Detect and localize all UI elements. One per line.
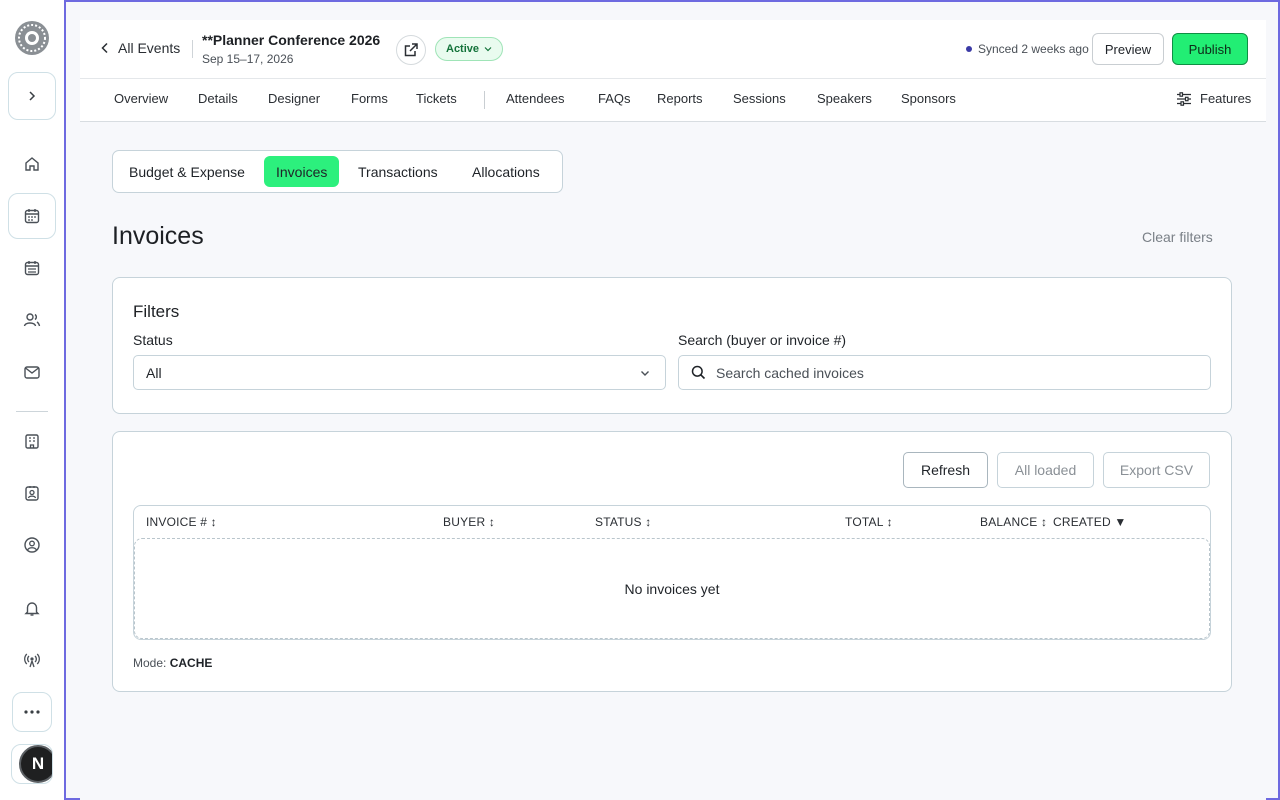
broadcast-icon bbox=[24, 653, 40, 668]
sliders-icon bbox=[1177, 91, 1191, 106]
tab-tickets[interactable]: Tickets bbox=[416, 91, 457, 106]
calendar-icon bbox=[24, 209, 40, 224]
subtab-budget-expense[interactable]: Budget & Expense bbox=[117, 156, 257, 187]
status-dropdown[interactable]: Active bbox=[435, 37, 504, 61]
event-date: Sep 15–17, 2026 bbox=[202, 52, 294, 66]
features-button[interactable]: Features bbox=[1176, 91, 1251, 106]
account-nav[interactable] bbox=[8, 522, 56, 568]
notifications-nav[interactable] bbox=[8, 585, 56, 631]
broadcast-nav[interactable] bbox=[8, 637, 56, 683]
column-created[interactable]: CREATED ▼ bbox=[1053, 515, 1126, 529]
tab-forms[interactable]: Forms bbox=[351, 91, 388, 106]
chevron-down-icon bbox=[641, 371, 649, 376]
tab-designer[interactable]: Designer bbox=[268, 91, 320, 106]
tab-sponsors[interactable]: Sponsors bbox=[901, 91, 956, 106]
subtab-invoices[interactable]: Invoices bbox=[264, 156, 340, 187]
event-title: **Planner Conference 2026 bbox=[202, 32, 381, 48]
tab-attendees[interactable]: Attendees bbox=[506, 91, 565, 106]
tab-sessions[interactable]: Sessions bbox=[733, 91, 786, 106]
sync-dot-icon bbox=[966, 46, 972, 52]
mode-value: CACHE bbox=[169, 656, 213, 670]
tabs-separator bbox=[484, 91, 485, 109]
invoices-table-card: Refresh All loaded Export CSV INVOICE # … bbox=[112, 431, 1232, 692]
events-nav[interactable] bbox=[8, 193, 56, 239]
home-nav[interactable] bbox=[8, 141, 56, 187]
refresh-button[interactable]: Refresh bbox=[903, 452, 988, 488]
status-select-value: All bbox=[146, 364, 162, 381]
filters-title: Filters bbox=[133, 302, 180, 321]
column-balance[interactable]: BALANCE ↕ bbox=[980, 515, 1047, 529]
calendar-icon bbox=[24, 261, 40, 276]
mode-label: Mode: bbox=[133, 656, 167, 670]
finance-subtabs: Budget & Expense Invoices Transactions A… bbox=[112, 150, 563, 193]
filters-card: Filters Status Search (buyer or invoice … bbox=[112, 277, 1232, 414]
tab-speakers[interactable]: Speakers bbox=[817, 91, 872, 106]
tab-faqs[interactable]: FAQs bbox=[598, 91, 631, 106]
tab-reports[interactable]: Reports bbox=[657, 91, 703, 106]
external-link-icon bbox=[404, 43, 418, 57]
sync-text: Synced 2 weeks ago bbox=[978, 42, 1089, 56]
chevron-left-icon bbox=[101, 42, 108, 54]
tab-details[interactable]: Details bbox=[198, 91, 238, 106]
all-loaded-button[interactable]: All loaded bbox=[997, 452, 1094, 488]
column-status[interactable]: STATUS ↕ bbox=[595, 515, 652, 529]
chevron-right-icon bbox=[29, 91, 36, 101]
page-title: Invoices bbox=[112, 222, 204, 250]
mail-icon bbox=[24, 366, 40, 379]
column-total[interactable]: TOTAL ↕ bbox=[845, 515, 893, 529]
event-tabs: Overview Details Designer Forms Tickets … bbox=[80, 78, 1266, 122]
user-menu[interactable]: N bbox=[11, 744, 53, 784]
mail-nav[interactable] bbox=[8, 349, 56, 395]
subtab-allocations[interactable]: Allocations bbox=[460, 156, 552, 187]
search-filter-label: Search (buyer or invoice #) bbox=[678, 332, 847, 348]
app-logo[interactable] bbox=[14, 20, 50, 56]
schedule-nav[interactable] bbox=[8, 245, 56, 291]
search-box[interactable] bbox=[678, 355, 1211, 390]
invoices-table: INVOICE # ↕ BUYER ↕ STATUS ↕ TOTAL ↕ BAL… bbox=[133, 505, 1211, 640]
status-filter-label: Status bbox=[133, 332, 173, 348]
more-horizontal-icon bbox=[24, 710, 40, 714]
building-icon bbox=[25, 434, 39, 449]
contact-card-icon bbox=[25, 486, 39, 501]
main-frame: All Events **Planner Conference 2026 Sep… bbox=[64, 0, 1280, 800]
rail-divider bbox=[16, 411, 48, 412]
preview-button[interactable]: Preview bbox=[1092, 33, 1164, 65]
event-panel: All Events **Planner Conference 2026 Sep… bbox=[80, 20, 1266, 800]
open-external-button[interactable] bbox=[396, 35, 426, 65]
features-label: Features bbox=[1200, 91, 1252, 106]
search-input[interactable] bbox=[716, 364, 1186, 381]
bell-icon bbox=[24, 602, 40, 616]
tab-overview[interactable]: Overview bbox=[114, 91, 168, 106]
contacts-nav[interactable] bbox=[8, 470, 56, 516]
search-icon bbox=[691, 365, 706, 380]
chevron-down-icon bbox=[484, 47, 492, 52]
avatar[interactable]: N bbox=[19, 745, 52, 783]
back-label: All Events bbox=[118, 40, 181, 56]
user-circle-icon bbox=[24, 537, 40, 553]
header-separator bbox=[192, 40, 193, 58]
home-icon bbox=[25, 157, 39, 171]
export-csv-button[interactable]: Export CSV bbox=[1103, 452, 1210, 488]
event-header: All Events **Planner Conference 2026 Sep… bbox=[80, 20, 1266, 78]
app-rail: N bbox=[0, 0, 64, 800]
clear-filters-button[interactable]: Clear filters bbox=[1142, 229, 1213, 245]
empty-state: No invoices yet bbox=[134, 538, 1210, 639]
status-badge: Active bbox=[446, 43, 480, 55]
subtab-transactions[interactable]: Transactions bbox=[346, 156, 450, 187]
status-select[interactable]: All bbox=[133, 355, 666, 390]
venues-nav[interactable] bbox=[8, 418, 56, 464]
people-nav[interactable] bbox=[8, 297, 56, 343]
sync-status: Synced 2 weeks ago bbox=[966, 42, 1089, 56]
publish-button[interactable]: Publish bbox=[1172, 33, 1248, 65]
column-invoice-number[interactable]: INVOICE # ↕ bbox=[146, 515, 217, 529]
column-buyer[interactable]: BUYER ↕ bbox=[443, 515, 495, 529]
mode-indicator: Mode: CACHE bbox=[133, 656, 212, 670]
expand-sidebar-button[interactable] bbox=[8, 72, 56, 120]
users-icon bbox=[23, 313, 41, 327]
more-button[interactable] bbox=[12, 692, 52, 732]
back-to-events-link[interactable]: All Events bbox=[100, 40, 180, 56]
